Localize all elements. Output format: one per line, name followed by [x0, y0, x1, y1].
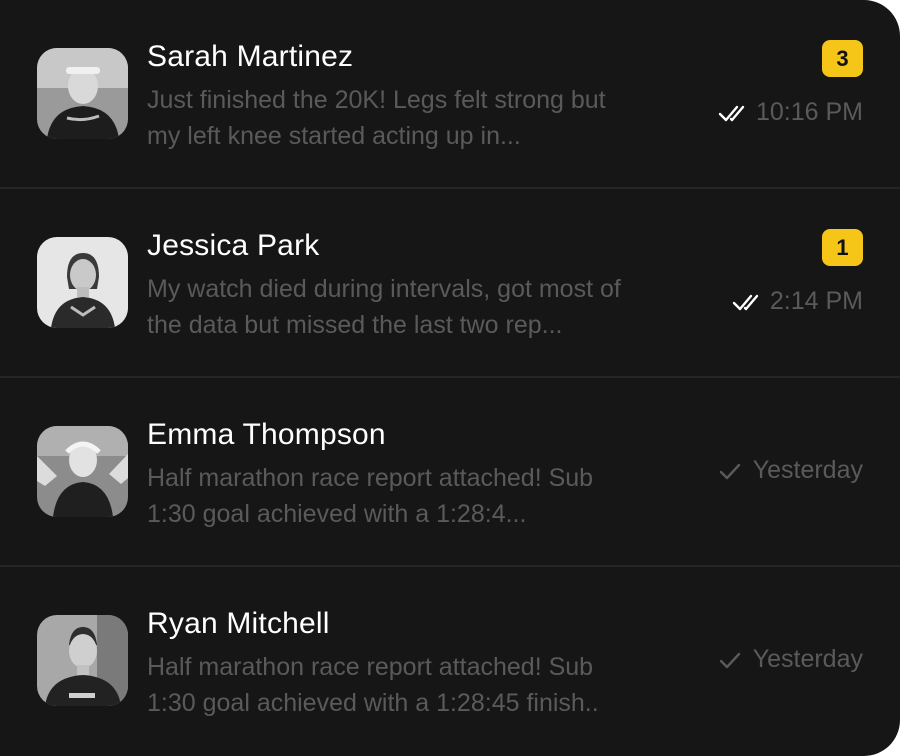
message-preview-line: my left knee started acting up in...	[147, 122, 521, 150]
double-check-icon	[718, 105, 745, 121]
message-preview-line: Half marathon race report attached! Sub	[147, 464, 594, 492]
message-preview-line: 1:30 goal achieved with a 1:28:45 finish…	[147, 689, 599, 717]
avatar	[37, 48, 128, 139]
message-preview-line: My watch died during intervals, got most…	[147, 275, 621, 303]
message-meta: Yesterday	[715, 456, 863, 485]
message-preview: My watch died during intervals, got most…	[147, 271, 687, 343]
message-preview: Just finished the 20K! Legs felt strong …	[147, 82, 687, 154]
message-preview-line: 1:30 goal achieved with a 1:28:4...	[147, 500, 527, 528]
single-check-icon	[719, 652, 740, 668]
unread-badge: 1	[822, 229, 863, 266]
single-check-icon	[719, 463, 740, 479]
conversation-row-emma-thompson[interactable]: Emma Thompson Half marathon race report …	[0, 378, 900, 567]
message-time: 10:16 PM	[755, 98, 863, 126]
avatar	[37, 237, 128, 328]
message-preview-line: Just finished the 20K! Legs felt strong …	[147, 86, 606, 114]
conversation-row-jessica-park[interactable]: Jessica Park My watch died during interv…	[0, 189, 900, 378]
message-meta: 10:16 PM	[718, 98, 863, 127]
conversation-row-ryan-mitchell[interactable]: Ryan Mitchell Half marathon race report …	[0, 567, 900, 756]
message-preview-line: Half marathon race report attached! Sub	[147, 653, 594, 681]
message-meta: Yesterday	[715, 645, 863, 674]
message-time: 2:14 PM	[769, 287, 863, 315]
conversation-list: Sarah Martinez Just finished the 20K! Le…	[0, 0, 900, 756]
contact-name: Jessica Park	[147, 229, 320, 262]
avatar	[37, 615, 128, 706]
message-time: Yesterday	[752, 645, 863, 673]
contact-name: Sarah Martinez	[147, 40, 354, 73]
contact-name: Emma Thompson	[147, 418, 386, 451]
message-time: Yesterday	[752, 456, 863, 484]
contact-name: Ryan Mitchell	[147, 607, 330, 640]
message-preview-line: the data but missed the last two rep...	[147, 311, 563, 339]
avatar	[37, 426, 128, 517]
message-meta: 2:14 PM	[732, 287, 863, 316]
double-check-icon	[732, 294, 759, 310]
message-preview: Half marathon race report attached! Sub …	[147, 649, 687, 721]
unread-badge: 3	[822, 40, 863, 77]
conversation-row-sarah-martinez[interactable]: Sarah Martinez Just finished the 20K! Le…	[0, 0, 900, 189]
message-preview: Half marathon race report attached! Sub …	[147, 460, 687, 532]
